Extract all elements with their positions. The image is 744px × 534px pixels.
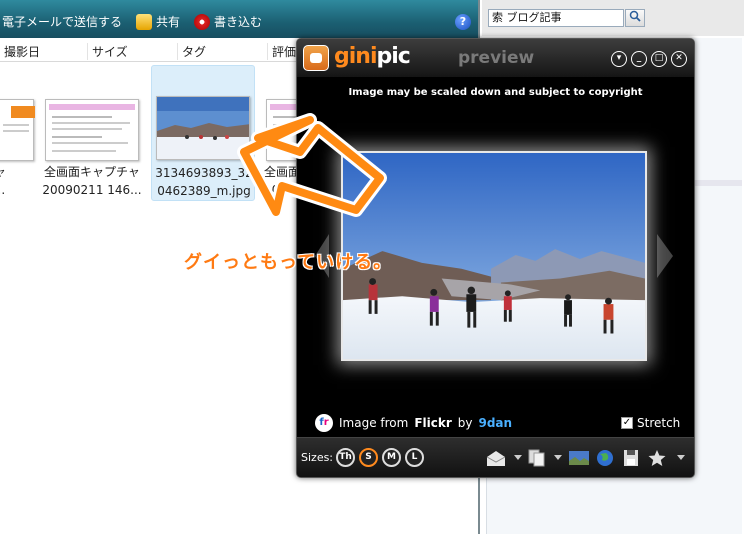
ginipic-titlebar[interactable]: ginipic preview ▾ _ □ ✕ — [297, 39, 694, 77]
column-header-date[interactable]: 撮影日 — [0, 43, 88, 60]
annotation-text: グイっともっていける。 — [184, 252, 393, 273]
image-source-line: fr Image from Flickr by 9dan — [315, 414, 512, 432]
file-item-selected[interactable]: 3134693893_3‌2 0462389_m.jpg — [151, 65, 255, 201]
globe-icon[interactable] — [595, 449, 615, 467]
close-icon: ✕ — [675, 53, 683, 63]
column-header-size[interactable]: サイズ — [88, 43, 178, 60]
file-name-line1: プチャ — [0, 163, 40, 181]
next-image-arrow[interactable] — [657, 234, 673, 278]
file-name-line2: 212... — [0, 183, 6, 197]
stretch-label: Stretch — [637, 416, 681, 430]
checkbox-checked-icon[interactable]: ✓ — [621, 417, 633, 429]
email-button-label: 電子メールで送信する — [2, 15, 123, 29]
logo-gini: gini — [334, 44, 377, 69]
file-name-line2: 20090211 146... — [42, 183, 142, 197]
minimize-icon: _ — [636, 53, 642, 63]
wallpaper-icon[interactable] — [569, 449, 589, 467]
copyright-notice: Image may be scaled down and subject to … — [348, 87, 643, 98]
file-item[interactable]: プチャ 212... — [0, 65, 40, 201]
explorer-toolbar: 電子メールで送信する 共有 書き込む ? — [0, 0, 478, 38]
menu-dropdown-button[interactable]: ▾ — [611, 51, 627, 67]
desktop-screenshot: 電子メールで送信する 共有 書き込む ? 撮影日 サイズ タグ 評価 . 全画面… — [0, 0, 744, 534]
copy-icon[interactable] — [527, 449, 547, 467]
file-thumbnail — [156, 96, 250, 160]
file-thumbnail — [45, 99, 139, 161]
search-button[interactable] — [625, 9, 645, 27]
file-name-line1: 全画面キャプチャ — [44, 165, 140, 179]
file-item[interactable]: 全画面キャプチャ 20090211 146... — [40, 65, 144, 201]
chevron-down-icon[interactable] — [677, 455, 685, 460]
minimize-button[interactable]: _ — [631, 51, 647, 67]
size-small-button[interactable]: S — [359, 448, 378, 467]
help-button[interactable]: ? — [455, 14, 471, 30]
source-user-link[interactable]: 9dan — [478, 416, 512, 430]
source-prefix: Image from — [339, 416, 409, 430]
share-button-label: 共有 — [156, 15, 181, 29]
logo-pic: pic — [376, 44, 411, 69]
share-icon — [136, 13, 152, 30]
chevron-down-icon: ▾ — [616, 53, 622, 63]
size-medium-button[interactable]: M — [382, 448, 401, 467]
close-button[interactable]: ✕ — [671, 51, 687, 67]
maximize-button[interactable]: □ — [651, 51, 667, 67]
help-icon: ? — [459, 15, 467, 28]
stretch-checkbox[interactable]: ✓ Stretch — [621, 416, 680, 430]
burn-button-label: 書き込む — [214, 15, 263, 29]
burn-button[interactable]: 書き込む — [194, 13, 262, 30]
star-icon[interactable] — [647, 449, 667, 467]
email-icon[interactable] — [486, 449, 506, 467]
save-icon[interactable] — [621, 449, 641, 467]
flickr-icon: fr — [315, 414, 333, 432]
browser-search-bar: 索 ブログ記事 — [482, 0, 744, 36]
search-icon — [629, 10, 641, 22]
sizes-label: Sizes: — [301, 451, 334, 464]
ginipic-bottom-bar: Sizes: Th S M L — [297, 437, 694, 477]
chevron-down-icon[interactable] — [514, 455, 522, 460]
share-button[interactable]: 共有 — [136, 13, 180, 30]
maximize-icon: □ — [654, 53, 664, 63]
ginipic-logo-icon — [303, 45, 329, 71]
window-mode-label: preview — [458, 48, 535, 68]
source-name[interactable]: Flickr — [414, 416, 451, 430]
email-button[interactable]: 電子メールで送信する — [2, 13, 122, 30]
file-name-line1: 3134693893_3‌2 — [155, 166, 253, 180]
column-header-tags[interactable]: タグ — [178, 43, 268, 60]
chevron-down-icon[interactable] — [554, 455, 562, 460]
size-large-button[interactable]: L — [405, 448, 424, 467]
disc-icon — [194, 13, 210, 30]
snow-photo-thumbnail — [157, 97, 249, 159]
source-by: by — [457, 416, 473, 430]
file-thumbnail — [0, 99, 35, 161]
blog-search-input[interactable]: 索 ブログ記事 — [488, 9, 624, 27]
size-thumbnail-button[interactable]: Th — [336, 448, 355, 467]
file-name-line2: 0462389_m.jpg — [157, 184, 251, 198]
ginipic-logo: ginipic — [334, 44, 411, 69]
